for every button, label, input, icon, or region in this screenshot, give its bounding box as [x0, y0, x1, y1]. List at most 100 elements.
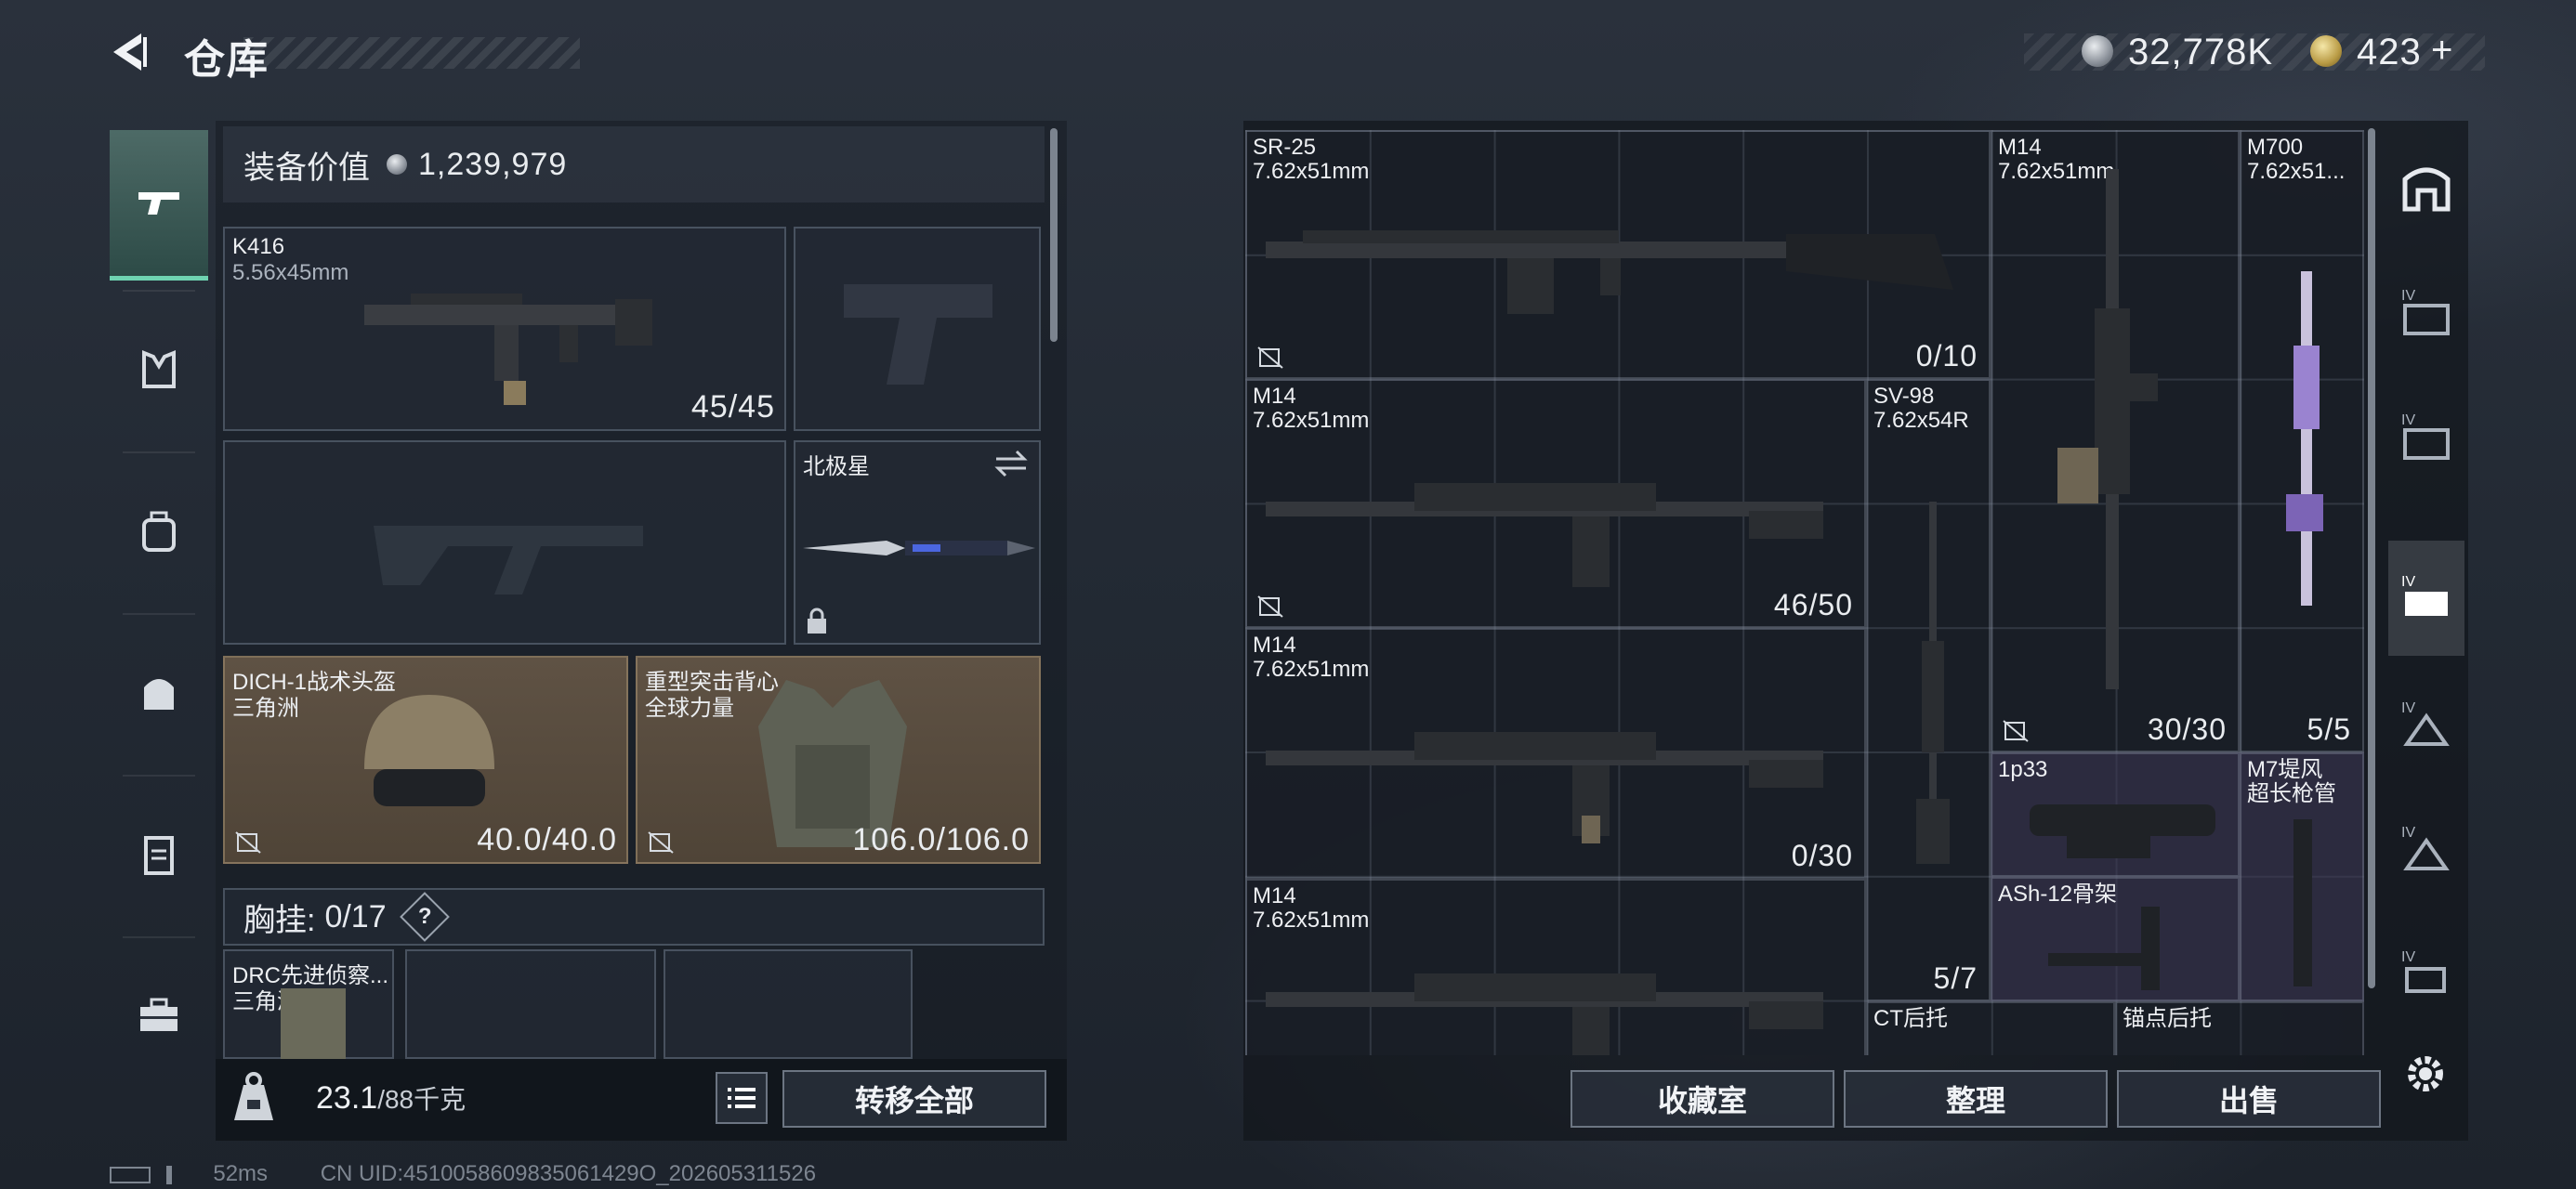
equipment-value-label: 装备价值 — [243, 150, 370, 186]
item-name: M14 — [1998, 135, 2042, 160]
silver-coin-icon — [2082, 35, 2113, 72]
armor-brand: 全球力量 — [645, 696, 734, 721]
tab-storage[interactable] — [2388, 130, 2464, 245]
helmet-icon — [364, 695, 494, 806]
no-insure-icon — [235, 831, 261, 854]
storage-item[interactable]: M700 7.62x51... 5/5 — [2240, 130, 2364, 752]
svg-text:IV: IV — [2401, 700, 2415, 716]
storage-item[interactable]: M14 7.62x51mm 0/30 — [1245, 628, 1866, 879]
melee-name: 北极星 — [803, 454, 870, 479]
pistol-silhouette-icon — [844, 284, 992, 385]
item-name: M14 — [1253, 883, 1296, 908]
primary-weapon-slot[interactable]: K416 5.56x45mm 45/45 — [223, 227, 786, 431]
item-name: M14 — [1253, 633, 1296, 658]
storage-arch-icon — [2402, 167, 2451, 212]
tab-storage-iv-6[interactable]: IV — [2388, 916, 2464, 1031]
armor-icon — [142, 350, 176, 388]
uid-readout: CN UID:4510058609835061429O_202605311526 — [320, 1161, 817, 1186]
nav-item-toolbox[interactable] — [110, 942, 208, 1091]
silver-coin-icon — [387, 154, 407, 175]
rig-pouch-slot[interactable] — [405, 949, 656, 1059]
equipment-value: 装备价值 1,239,979 — [223, 126, 1045, 203]
storage-item[interactable]: M14 7.62x51mm — [1245, 879, 1866, 1055]
swap-icon[interactable] — [992, 448, 1030, 479]
storage-item[interactable]: M7堤风 超长枪管 — [2240, 752, 2364, 1001]
stock-icon — [2048, 907, 2160, 990]
back-button[interactable] — [104, 28, 152, 76]
rifle-icon — [364, 294, 652, 405]
storage-item[interactable]: M14 7.62x51mm 46/50 — [1245, 379, 1866, 628]
gold-balance: 423 — [2357, 32, 2422, 72]
weight-max: /88千克 — [377, 1085, 467, 1114]
bag-icon — [144, 679, 174, 710]
nav-item-bag[interactable] — [110, 619, 208, 767]
item-count: 0/10 — [1915, 339, 1978, 372]
sniper-rifle-icon — [1916, 502, 1950, 864]
storage-item[interactable]: M14 7.62x51mm 30/30 — [1991, 130, 2240, 752]
tab-storage-iv-3[interactable]: IV — [2388, 541, 2464, 656]
storage-item[interactable]: SV-98 7.62x54R 5/7 — [1866, 379, 1991, 1001]
list-icon — [728, 1088, 756, 1108]
help-button[interactable]: ? — [399, 892, 450, 942]
tab-storage-iv-4[interactable]: IV — [2388, 667, 2464, 782]
storage-item[interactable]: CT后托 — [1866, 1001, 2115, 1055]
nav-item-backpack[interactable] — [110, 457, 208, 606]
storage-item[interactable]: ASh-12骨架 — [1991, 877, 2240, 1001]
chest-rig-count: 0/17 — [324, 898, 387, 934]
rig-slot[interactable]: DRC先进侦察... 三角洲 — [223, 949, 394, 1059]
item-name: M7堤风 — [2247, 757, 2323, 782]
no-insure-icon — [1257, 595, 1283, 618]
list-view-button[interactable] — [716, 1072, 768, 1124]
chevron-left-icon — [113, 33, 147, 71]
melee-slot[interactable]: 北极星 — [794, 440, 1041, 645]
item-count: 0/30 — [1791, 839, 1853, 872]
ammo-count: 45/45 — [690, 389, 775, 425]
no-insure-icon — [648, 831, 674, 854]
sniper-rifle-icon — [2286, 271, 2323, 606]
signal-icon — [165, 1165, 194, 1184]
tier-iv-case-icon: IV — [2401, 700, 2450, 746]
backpack-icon — [142, 511, 176, 552]
add-currency-button[interactable]: + — [2431, 30, 2453, 72]
svg-text:IV: IV — [2401, 412, 2415, 428]
armor-slot[interactable]: 重型突击背心 全球力量 106.0/106.0 — [636, 656, 1041, 864]
tier-iv-case-icon: IV — [2401, 949, 2446, 993]
storage-item[interactable]: SR-25 7.62x51mm 0/10 — [1245, 130, 1991, 379]
no-insure-icon — [2003, 720, 2029, 742]
collection-room-button[interactable]: 收藏室 — [1571, 1070, 1834, 1128]
storage-grid: SR-25 7.62x51mm 0/10 M14 7.62x51mm 30/30 — [1245, 130, 2364, 1055]
no-insure-icon — [1257, 346, 1283, 369]
chest-rig-label: 胸挂: — [243, 902, 316, 938]
knife-icon — [803, 541, 1035, 555]
nav-item-armor[interactable] — [110, 295, 208, 444]
storage-item[interactable]: 锚点后托 — [2115, 1001, 2364, 1055]
sidearm-slot[interactable] — [794, 227, 1041, 431]
tab-storage-iv-5[interactable]: IV — [2388, 791, 2464, 907]
item-count: 46/50 — [1773, 588, 1853, 621]
organize-button[interactable]: 整理 — [1844, 1070, 2108, 1128]
tier-iv-case-icon: IV — [2401, 825, 2450, 870]
equipment-scrollbar[interactable] — [1050, 128, 1058, 342]
item-caliber: 7.62x51... — [2247, 159, 2346, 184]
tab-storage-iv-2[interactable]: IV — [2388, 379, 2464, 494]
item-name: CT后托 — [1873, 1006, 1948, 1031]
item-count: 5/5 — [2307, 712, 2351, 746]
transfer-all-button[interactable]: 转移全部 — [782, 1070, 1046, 1128]
rig-pouch-slot[interactable] — [664, 949, 913, 1059]
nav-item-clipboard[interactable] — [110, 780, 208, 929]
helmet-slot[interactable]: DICH-1战术头盔 三角洲 40.0/40.0 — [223, 656, 628, 864]
sell-button[interactable]: 出售 — [2117, 1070, 2381, 1128]
armor-durability: 106.0/106.0 — [852, 822, 1030, 857]
settings-button[interactable] — [2401, 1050, 2450, 1098]
secondary-weapon-slot[interactable] — [223, 440, 786, 645]
storage-item[interactable]: 1p33 — [1991, 752, 2240, 877]
item-name: SV-98 — [1873, 384, 1935, 409]
storage-scrollbar[interactable] — [2368, 128, 2375, 988]
tab-storage-iv-1[interactable]: IV — [2388, 255, 2464, 370]
rig-icon — [281, 988, 346, 1059]
svg-text:IV: IV — [2401, 574, 2415, 590]
lock-icon — [808, 608, 826, 634]
item-name: M700 — [2247, 135, 2304, 160]
nav-item-weapons[interactable] — [110, 130, 208, 281]
rifle-icon — [2057, 169, 2158, 689]
